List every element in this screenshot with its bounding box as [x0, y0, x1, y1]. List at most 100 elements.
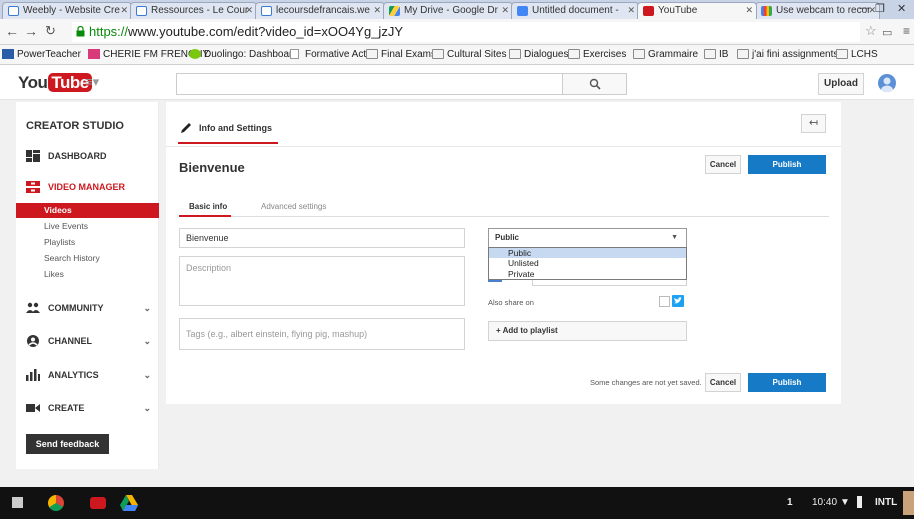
clock[interactable]: 10:40	[812, 497, 837, 508]
notification-badge[interactable]: 1	[787, 497, 793, 508]
close-icon[interactable]: ✕	[245, 3, 253, 18]
chevron-down-icon[interactable]: ⌄	[143, 366, 151, 384]
sidebar-video-manager[interactable]: VIDEO MANAGER	[26, 178, 151, 196]
privacy-option-private[interactable]: Private	[489, 269, 686, 279]
chevron-down-icon[interactable]: ⌄	[143, 399, 151, 417]
close-icon[interactable]: ✕	[627, 3, 635, 18]
bookmark-grammaire[interactable]: Grammaire	[633, 48, 698, 61]
tab-label: Info and Settings	[199, 123, 272, 133]
star-icon[interactable]: ☆	[865, 23, 877, 39]
video-camera-icon	[26, 404, 40, 412]
url-bar[interactable]: https://www.youtube.com/edit?video_id=xO…	[72, 22, 860, 42]
sidebar-item-likes[interactable]: Likes	[16, 267, 159, 282]
bookmark-cultural[interactable]: Cultural Sites	[432, 48, 506, 61]
sidebar-analytics[interactable]: ANALYTICS ⌄	[26, 366, 151, 384]
chevron-down-icon[interactable]: ⌄	[143, 332, 151, 350]
search-input[interactable]	[176, 73, 563, 95]
browser-tab-youtube[interactable]: YouTube ✕	[637, 2, 757, 19]
sidebar-item-videos[interactable]: Videos	[16, 203, 159, 218]
privacy-option-unlisted[interactable]: Unlisted	[489, 258, 686, 268]
publish-button-bottom[interactable]: Publish	[748, 373, 826, 392]
wifi-icon[interactable]: ▼	[840, 497, 850, 508]
twitter-share-checkbox[interactable]	[659, 296, 670, 307]
tags-input[interactable]: Tags (e.g., albert einstein, flying pig,…	[179, 318, 465, 350]
sidebar-community[interactable]: COMMUNITY ⌄	[26, 299, 151, 317]
tab-label: Use webcam to recor	[776, 5, 871, 16]
video-edit-panel: Info and Settings ↤ Bienvenue Cancel Pub…	[166, 102, 841, 404]
browser-tab-lecours[interactable]: lecoursdefrancais.we ✕	[255, 2, 385, 19]
folder-icon	[432, 49, 444, 59]
search-button[interactable]	[562, 73, 627, 95]
reload-icon[interactable]: ↻	[45, 23, 56, 39]
bookmark-dialogues[interactable]: Dialogues	[509, 48, 568, 61]
sidebar-label: VIDEO MANAGER	[48, 182, 126, 192]
app-launcher-icon[interactable]	[12, 497, 23, 508]
twitter-icon[interactable]	[672, 295, 684, 307]
battery-icon[interactable]	[857, 496, 862, 508]
youtube-logo[interactable]: You Tube	[18, 73, 92, 93]
bookmark-label: Exercises	[583, 49, 627, 60]
chevron-down-icon[interactable]: ⌄	[143, 299, 151, 317]
sidebar-label: DASHBOARD	[48, 151, 107, 161]
bookmark-duolingo[interactable]: Duolingo: Dashboard	[189, 48, 298, 61]
folder-icon	[366, 49, 378, 59]
tab-advanced-settings[interactable]: Advanced settings	[261, 202, 326, 211]
user-avatar[interactable]	[903, 491, 914, 515]
bookmark-label: Formative Acts	[305, 49, 372, 60]
close-icon[interactable]: ✕	[120, 3, 128, 18]
bookmark-final-exams[interactable]: Final Exams	[366, 48, 436, 61]
add-to-playlist-button[interactable]: + Add to playlist	[488, 321, 687, 341]
description-textarea[interactable]: Description	[179, 256, 465, 306]
forward-arrow-icon[interactable]: →	[24, 23, 38, 39]
tab-info-and-settings[interactable]: Info and Settings	[178, 114, 278, 144]
guide-menu-icon[interactable]: ≡▾	[85, 74, 99, 90]
tab-basic-info[interactable]: Basic info	[189, 202, 227, 211]
close-window-icon[interactable]: ✕	[897, 2, 906, 15]
close-icon[interactable]: ✕	[501, 3, 509, 18]
bookmark-powerteacher[interactable]: PowerTeacher	[2, 48, 81, 61]
cancel-button-bottom[interactable]: Cancel	[705, 373, 741, 392]
drive-app-icon[interactable]	[120, 495, 138, 514]
maximize-icon[interactable]: ❐	[875, 2, 885, 15]
sidebar-item-search-history[interactable]: Search History	[16, 251, 159, 266]
page-title: Bienvenue	[179, 160, 245, 175]
browser-tab-weebly[interactable]: Weebly - Website Cre ✕	[2, 2, 132, 19]
browser-tab-drive[interactable]: My Drive - Google Dr ✕	[383, 2, 513, 19]
bookmark-ib[interactable]: IB	[704, 48, 728, 61]
minimize-icon[interactable]: —	[858, 2, 869, 14]
sidebar-item-live-events[interactable]: Live Events	[16, 219, 159, 234]
bookmark-exercises[interactable]: Exercises	[568, 48, 626, 61]
back-arrow-icon[interactable]: ←	[5, 23, 19, 39]
bookmark-formative[interactable]: Formative Acts	[290, 48, 371, 61]
title-input[interactable]: Bienvenue	[179, 228, 465, 248]
upload-button[interactable]: Upload	[818, 73, 864, 95]
analytics-icon	[26, 369, 40, 381]
close-icon[interactable]: ✕	[745, 3, 753, 18]
folder-icon	[509, 49, 521, 59]
bookmark-jai-fini[interactable]: j'ai fini assignments	[737, 48, 838, 61]
bookmark-lchs[interactable]: LCHS	[836, 48, 878, 61]
browser-tab-docs[interactable]: Untitled document - ✕	[511, 2, 639, 19]
cast-icon[interactable]: ▭	[882, 25, 892, 41]
cancel-button[interactable]: Cancel	[705, 155, 741, 174]
sidebar-item-playlists[interactable]: Playlists	[16, 235, 159, 250]
avatar[interactable]	[878, 74, 896, 92]
input-language[interactable]: INTL	[875, 497, 897, 508]
sidebar-dashboard[interactable]: DASHBOARD	[26, 147, 151, 165]
sidebar-channel[interactable]: CHANNEL ⌄	[26, 332, 151, 350]
subtab-divider	[179, 216, 829, 217]
close-icon[interactable]: ✕	[373, 3, 381, 18]
bookmark-label: PowerTeacher	[17, 49, 81, 60]
sidebar-create[interactable]: CREATE ⌄	[26, 399, 151, 417]
url-path: www.youtube.com/edit?video_id=xOO4Yg_jzJ…	[128, 24, 403, 39]
back-button[interactable]: ↤	[801, 114, 826, 133]
send-feedback-button[interactable]: Send feedback	[26, 434, 109, 454]
privacy-option-public[interactable]: Public	[489, 248, 686, 259]
drive-icon	[120, 495, 138, 511]
youtube-app-icon[interactable]	[90, 497, 106, 509]
chrome-icon[interactable]	[48, 495, 64, 511]
privacy-select[interactable]: Public ▼	[488, 228, 687, 248]
menu-icon[interactable]: ≡	[903, 23, 910, 39]
publish-button[interactable]: Publish	[748, 155, 826, 174]
browser-tab-ressources[interactable]: Ressources - Le Cour ✕	[130, 2, 257, 19]
